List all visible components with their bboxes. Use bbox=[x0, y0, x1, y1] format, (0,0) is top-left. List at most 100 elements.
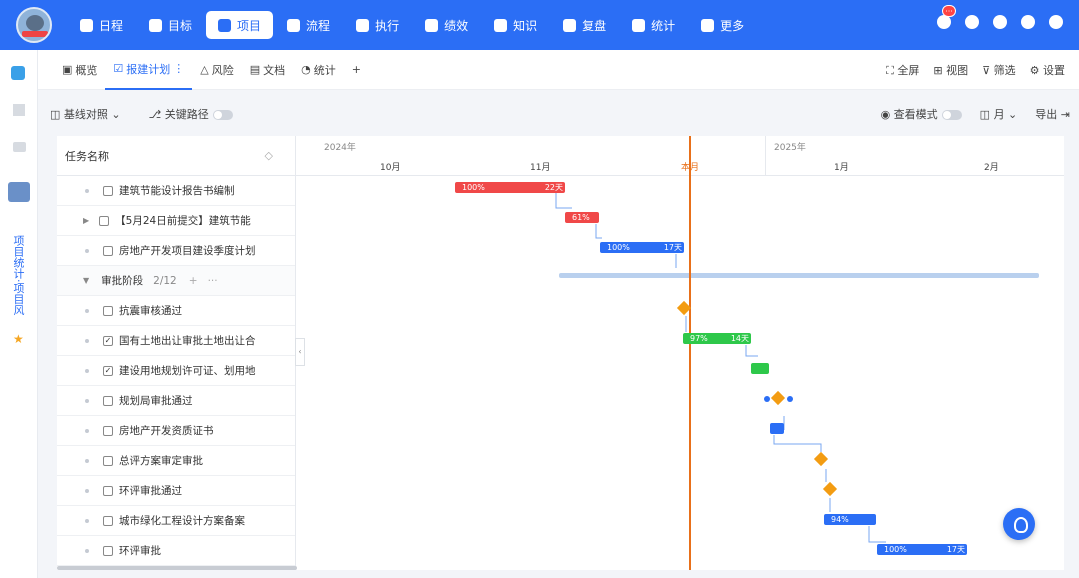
view-mode-toggle[interactable]: ◉ 查看模式 bbox=[881, 106, 962, 122]
baseline-dropdown[interactable]: ◫ 基线对照 ⌄ bbox=[50, 106, 121, 122]
app-logo[interactable] bbox=[16, 7, 52, 43]
nav-item-execute[interactable]: 执行 bbox=[344, 11, 411, 39]
more-icon[interactable]: ⋮ bbox=[173, 62, 184, 75]
horizontal-scrollbar[interactable] bbox=[57, 566, 297, 570]
task-checkbox[interactable] bbox=[103, 455, 113, 466]
task-name[interactable]: 环评审批通过 bbox=[119, 483, 182, 498]
task-row[interactable]: ✓ 国有土地出让审批土地出让合 bbox=[57, 326, 295, 356]
task-row[interactable]: 抗震审核通过 bbox=[57, 296, 295, 326]
task-row[interactable]: 环评审批 bbox=[57, 536, 295, 566]
warning-icon: △ bbox=[200, 63, 209, 76]
tab-stats[interactable]: ◔ 统计 bbox=[293, 50, 344, 90]
drag-handle[interactable] bbox=[787, 396, 793, 402]
collapse-icon[interactable]: ▼ bbox=[83, 276, 89, 285]
more-icon[interactable]: ··· bbox=[208, 275, 218, 287]
nav-item-process[interactable]: 流程 bbox=[275, 11, 342, 39]
gear-icon[interactable] bbox=[1021, 15, 1035, 29]
nav-item-review[interactable]: 复盘 bbox=[551, 11, 618, 39]
add-tab-button[interactable]: + bbox=[344, 50, 369, 90]
task-name[interactable]: 环评审批 bbox=[119, 543, 161, 558]
task-checkbox[interactable]: ✓ bbox=[103, 335, 113, 346]
task-checkbox[interactable]: ✓ bbox=[103, 365, 113, 376]
task-checkbox[interactable] bbox=[103, 185, 113, 196]
tabs-right-actions: ⛶ 全屏 ⊞ 视图 ⊽ 筛选 ⚙ 设置 bbox=[886, 62, 1065, 78]
task-row[interactable]: 房地产开发资质证书 bbox=[57, 416, 295, 446]
grid-icon bbox=[701, 18, 715, 32]
nav-item-stats[interactable]: 统计 bbox=[620, 11, 687, 39]
critical-path-switch[interactable] bbox=[212, 110, 233, 120]
tab-docs[interactable]: ▤ 文档 bbox=[242, 50, 293, 90]
scale-dropdown[interactable]: ◫ 月 ⌄ bbox=[980, 106, 1018, 122]
sort-icon[interactable]: ◇ bbox=[265, 149, 273, 162]
view-button[interactable]: ⊞ 视图 bbox=[933, 62, 968, 78]
task-name[interactable]: 国有土地出让审批土地出让合 bbox=[119, 333, 256, 348]
task-row[interactable]: 规划局审批通过 bbox=[57, 386, 295, 416]
task-row[interactable]: 总评方案审定审批 bbox=[57, 446, 295, 476]
nav-item-projects[interactable]: 项目 bbox=[206, 11, 274, 39]
task-row[interactable]: 城市绿化工程设计方案备案 bbox=[57, 506, 295, 536]
bell-icon[interactable]: ··· bbox=[937, 5, 956, 29]
assistant-bulb-button[interactable] bbox=[1003, 508, 1035, 540]
task-row[interactable]: 环评审批通过 bbox=[57, 476, 295, 506]
task-checkbox[interactable] bbox=[103, 305, 113, 316]
gantt-bar[interactable]: 97% 14天 bbox=[683, 333, 751, 344]
gantt-bar[interactable]: 100% 17天 bbox=[877, 544, 967, 555]
task-name[interactable]: 抗震审核通过 bbox=[119, 303, 182, 318]
task-name[interactable]: 房地产开发资质证书 bbox=[119, 423, 214, 438]
help-icon[interactable] bbox=[1049, 15, 1063, 29]
tab-plan[interactable]: ☑ 报建计划 ⋮ bbox=[105, 50, 193, 90]
gantt-bar[interactable]: 100% 17天 bbox=[600, 242, 684, 253]
tab-risk[interactable]: △ 风险 bbox=[192, 50, 241, 90]
task-name[interactable]: 建筑节能设计报告书编制 bbox=[119, 183, 235, 198]
star-icon[interactable]: ★ bbox=[13, 332, 25, 346]
gantt-bar[interactable]: 61% bbox=[565, 212, 599, 223]
critical-path-toggle[interactable]: ⎇ 关键路径 bbox=[149, 106, 233, 122]
nav-item-schedule[interactable]: 日程 bbox=[68, 11, 135, 39]
filter-button[interactable]: ⊽ 筛选 bbox=[982, 62, 1016, 78]
nav-item-performance[interactable]: 绩效 bbox=[413, 11, 480, 39]
sidebar-vertical-label[interactable]: 项目统计·项目风 bbox=[10, 210, 26, 340]
task-name[interactable]: 规划局审批通过 bbox=[119, 393, 193, 408]
task-row[interactable]: 房地产开发项目建设季度计划 bbox=[57, 236, 295, 266]
task-checkbox[interactable] bbox=[103, 515, 113, 526]
project-thumbnail[interactable] bbox=[8, 182, 30, 202]
tab-overview[interactable]: ▣ 概览 bbox=[54, 50, 105, 90]
task-name[interactable]: 城市绿化工程设计方案备案 bbox=[119, 513, 245, 528]
group-row[interactable]: ▼ 审批阶段 2/12 + ··· bbox=[57, 266, 295, 296]
task-checkbox[interactable] bbox=[103, 425, 113, 436]
task-checkbox[interactable] bbox=[99, 215, 110, 226]
task-checkbox[interactable] bbox=[103, 245, 113, 256]
drag-handle[interactable] bbox=[764, 396, 770, 402]
fullscreen-button[interactable]: ⛶ 全屏 bbox=[886, 62, 919, 78]
gantt-bar[interactable] bbox=[751, 363, 769, 374]
task-name[interactable]: 总评方案审定审批 bbox=[119, 453, 203, 468]
expand-icon[interactable]: ▶ bbox=[83, 216, 89, 225]
user-icon[interactable] bbox=[993, 15, 1007, 29]
nav-item-goals[interactable]: 目标 bbox=[137, 11, 204, 39]
add-task-button[interactable]: + bbox=[189, 275, 198, 287]
export-button[interactable]: 导出 ⇥ bbox=[1035, 106, 1070, 122]
apps-icon[interactable] bbox=[13, 104, 25, 116]
project-cube-icon[interactable] bbox=[11, 66, 25, 80]
task-name-header[interactable]: 任务名称 bbox=[65, 148, 109, 164]
gantt-bar[interactable]: 94% bbox=[824, 514, 876, 525]
top-navigation-bar: 日程 目标 项目 流程 执行 绩效 知识 复盘 统计 更多 ··· bbox=[0, 0, 1079, 50]
task-row[interactable]: ✓ 建设用地规划许可证、划用地 bbox=[57, 356, 295, 386]
task-name[interactable]: 建设用地规划许可证、划用地 bbox=[119, 363, 256, 378]
task-checkbox[interactable] bbox=[103, 545, 113, 556]
gantt-bar[interactable]: 100% 22天 bbox=[455, 182, 565, 193]
task-checkbox[interactable] bbox=[103, 395, 113, 406]
group-summary-bar[interactable] bbox=[559, 273, 1039, 278]
task-checkbox[interactable] bbox=[103, 485, 113, 496]
nav-item-more[interactable]: 更多 bbox=[689, 11, 756, 39]
view-mode-switch[interactable] bbox=[941, 110, 962, 120]
nav-item-knowledge[interactable]: 知识 bbox=[482, 11, 549, 39]
settings-button[interactable]: ⚙ 设置 bbox=[1030, 62, 1065, 78]
gantt-bar[interactable] bbox=[770, 423, 784, 434]
search-icon[interactable] bbox=[965, 15, 979, 29]
folder-icon[interactable] bbox=[13, 142, 26, 152]
task-row[interactable]: ▶ 【5月24日前提交】建筑节能 bbox=[57, 206, 295, 236]
task-row[interactable]: 建筑节能设计报告书编制 bbox=[57, 176, 295, 206]
task-name[interactable]: 【5月24日前提交】建筑节能 bbox=[115, 213, 251, 228]
task-name[interactable]: 房地产开发项目建设季度计划 bbox=[119, 243, 256, 258]
